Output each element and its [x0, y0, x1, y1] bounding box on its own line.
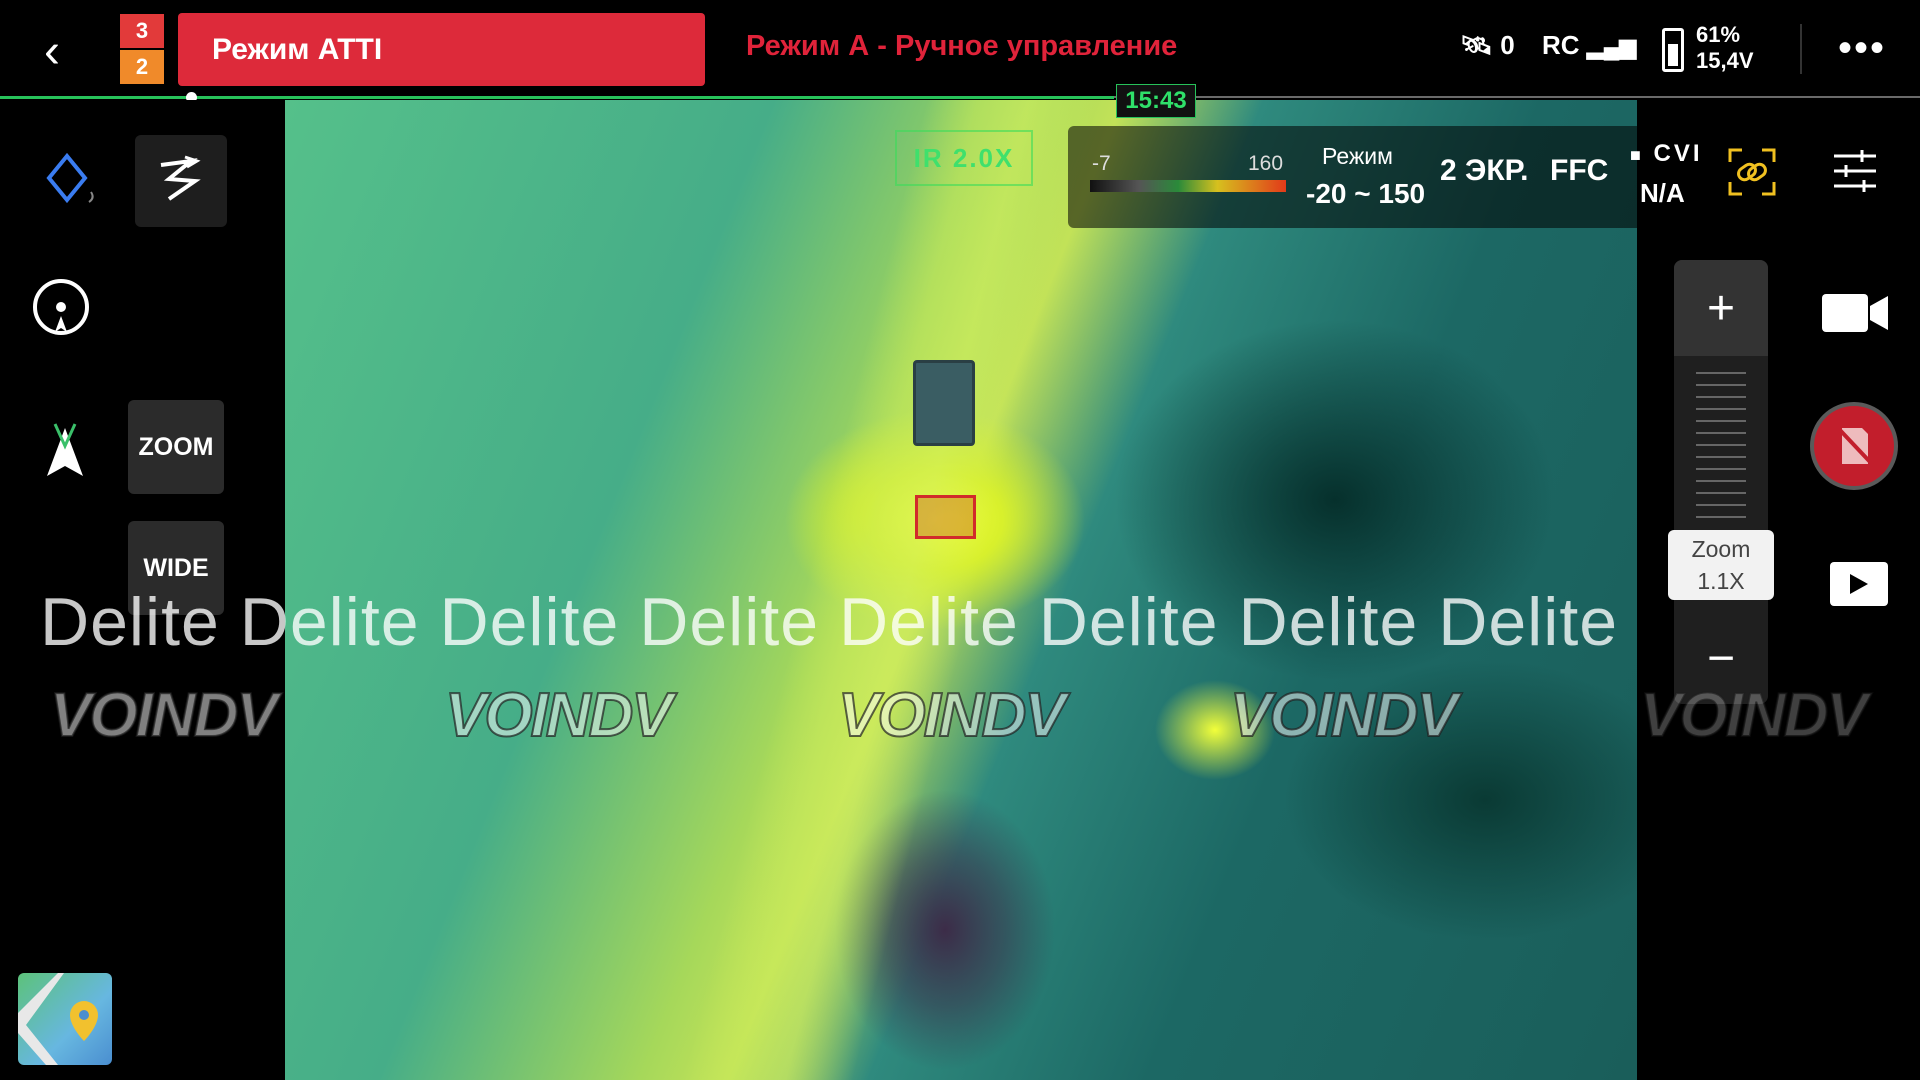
battery-status[interactable]: 61% 15,4V [1696, 22, 1754, 74]
battery-icon [1662, 28, 1684, 72]
ffc-button[interactable]: FFC [1550, 154, 1608, 188]
vehicle-target [913, 360, 975, 446]
watermark-text: Delite Delite Delite Delite Delite Delit… [40, 584, 1619, 660]
scale-min: -7 [1092, 152, 1111, 175]
gps-status[interactable]: 🛰︎ 0 [1460, 30, 1515, 61]
chevron-left-icon[interactable]: ‹ [44, 24, 60, 79]
hot-spot-marker [915, 495, 976, 539]
watermark-logo: VOINDV [49, 680, 279, 751]
sliders-icon[interactable] [1832, 148, 1878, 194]
flight-mode-status: Режим А - Ручное управление [746, 30, 1178, 62]
battery-voltage: 15,4V [1696, 48, 1754, 73]
no-sd-card-icon [1836, 426, 1874, 466]
divider [1800, 24, 1802, 74]
temperature-scale-bar[interactable] [1090, 180, 1286, 192]
watermark-logo: VOINDV [444, 680, 674, 751]
waypoint-diamond-icon[interactable] [34, 145, 104, 215]
watermark-logo: VOINDV [837, 680, 1067, 751]
range-mode-value[interactable]: -20 ~ 150 [1306, 178, 1425, 210]
zoom-in-button[interactable]: + [1674, 260, 1768, 356]
watermark-logos: VOINDV VOINDV VOINDV VOINDV VOINDV [0, 680, 1920, 751]
rc-signal[interactable]: RC ▂▄▆ [1542, 30, 1636, 61]
satellite-icon: 🛰︎ [1460, 30, 1494, 60]
map-pin-icon [18, 973, 98, 1065]
warning-badge-top[interactable]: 3 [120, 14, 164, 48]
watermark-logo: VOINDV [1229, 680, 1459, 751]
zoom-lens-button[interactable]: ZOOM [128, 400, 224, 494]
navigation-arrow-icon[interactable] [30, 418, 100, 488]
lock-icon: ■ [1630, 145, 1644, 165]
cvi-text: CVI [1653, 140, 1703, 167]
cvi-label[interactable]: ■ CVI [1630, 140, 1703, 168]
route-icon[interactable] [135, 135, 227, 227]
record-button[interactable] [1810, 402, 1898, 490]
cvi-value: N/A [1640, 178, 1685, 208]
more-icon[interactable]: ••• [1838, 26, 1886, 71]
video-camera-icon[interactable] [1820, 290, 1890, 336]
link-icon[interactable] [1724, 144, 1780, 200]
signal-bars-icon: ▂▄▆ [1586, 34, 1637, 59]
flight-progress-track [1114, 96, 1920, 98]
orbit-icon[interactable] [26, 272, 96, 342]
zoom-label-text: Zoom [1691, 536, 1751, 562]
flight-progress-bar[interactable] [0, 96, 1114, 99]
zoom-ticks [1696, 372, 1746, 522]
flight-mode-button[interactable]: Режим ATTI [178, 13, 705, 86]
watermark-logo: VOINDV [1639, 680, 1869, 751]
minimap-button[interactable] [18, 973, 112, 1065]
warning-badge-bottom[interactable]: 2 [120, 50, 164, 84]
gps-count: 0 [1500, 30, 1515, 60]
ir-zoom-indicator: IR 2.0X [895, 130, 1033, 186]
screens-button[interactable]: 2 ЭКР. [1440, 154, 1529, 188]
rc-label: RC [1542, 30, 1580, 60]
range-mode-label: Режим [1322, 143, 1393, 169]
flight-time: 15:43 [1116, 84, 1196, 118]
scale-max: 160 [1248, 152, 1284, 175]
battery-percent: 61% [1696, 22, 1741, 47]
